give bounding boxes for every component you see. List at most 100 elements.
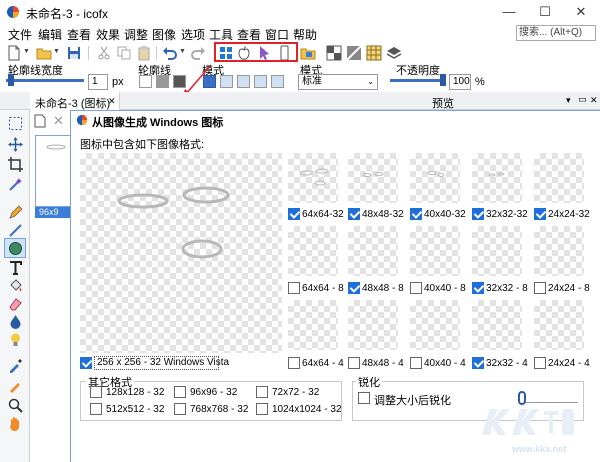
open-folder-icon[interactable] xyxy=(36,45,52,61)
bulb-icon[interactable] xyxy=(8,332,23,347)
mode-button-5[interactable] xyxy=(271,75,284,88)
preview-64x64-8[interactable] xyxy=(288,226,338,276)
copy-icon[interactable] xyxy=(116,45,132,61)
format-checkbox-256[interactable] xyxy=(80,357,92,369)
text-tool-icon[interactable] xyxy=(8,260,23,275)
format-checkbox[interactable] xyxy=(472,357,484,369)
preview-32x32-8[interactable] xyxy=(472,226,522,276)
format-checkbox[interactable] xyxy=(348,282,360,294)
pencil-icon[interactable] xyxy=(8,205,23,220)
slider-thumb[interactable] xyxy=(518,391,526,405)
mode-button-4[interactable] xyxy=(254,75,267,88)
format-checkbox[interactable] xyxy=(410,357,422,369)
save-icon[interactable] xyxy=(66,45,82,61)
chevron-down-icon[interactable]: ▼ xyxy=(23,48,30,55)
pixel-grid-icon[interactable] xyxy=(366,45,382,61)
menu-view-2[interactable]: 查看 xyxy=(237,26,261,43)
preview-40x40-4[interactable] xyxy=(410,300,460,350)
new-image-icon[interactable] xyxy=(33,114,47,128)
slider-thumb[interactable] xyxy=(8,74,14,86)
menu-file[interactable]: 文件 xyxy=(8,26,32,43)
chevron-down-icon[interactable]: ▼ xyxy=(53,48,60,55)
menu-tools[interactable]: 工具 xyxy=(209,26,233,43)
preview-40x40-8[interactable] xyxy=(410,226,460,276)
delete-image-icon[interactable]: ✕ xyxy=(53,113,64,129)
menu-image[interactable]: 图像 xyxy=(152,26,176,43)
chevron-down-icon[interactable]: ▼ xyxy=(179,48,186,55)
preview-24x24-32[interactable] xyxy=(534,153,584,203)
format-checkbox[interactable] xyxy=(288,282,300,294)
move-tool-icon[interactable] xyxy=(8,137,23,152)
menu-view[interactable]: 查看 xyxy=(67,26,91,43)
menu-help[interactable]: 帮助 xyxy=(293,26,317,43)
outline-width-slider[interactable] xyxy=(6,79,84,82)
line-tool-icon[interactable] xyxy=(8,223,23,238)
opacity-input[interactable]: 100 xyxy=(449,74,471,90)
format-checkbox[interactable] xyxy=(256,403,268,415)
format-checkbox[interactable] xyxy=(472,208,484,220)
marquee-select-icon[interactable] xyxy=(8,116,23,131)
ellipse-tool-selected[interactable] xyxy=(4,238,26,258)
preview-24x24-8[interactable] xyxy=(534,226,584,276)
format-checkbox[interactable] xyxy=(174,386,186,398)
format-checkbox[interactable] xyxy=(174,403,186,415)
menu-options[interactable]: 选项 xyxy=(181,26,205,43)
menu-window[interactable]: 窗口 xyxy=(265,26,289,43)
format-checkbox[interactable] xyxy=(410,208,422,220)
search-input[interactable]: 搜索... (Alt+Q) xyxy=(516,25,596,41)
crop-tool-icon[interactable] xyxy=(8,157,23,172)
outline-solid-button[interactable] xyxy=(156,75,169,88)
preview-64x64-4[interactable] xyxy=(288,300,338,350)
blur-drop-icon[interactable] xyxy=(8,314,23,329)
close-button[interactable]: ✕ xyxy=(564,0,598,24)
format-checkbox[interactable] xyxy=(288,208,300,220)
outline-none-button[interactable] xyxy=(139,75,152,88)
preview-48x48-8[interactable] xyxy=(348,226,398,276)
zoom-icon[interactable] xyxy=(8,398,23,413)
new-file-icon[interactable] xyxy=(6,45,22,61)
large-preview-256[interactable] xyxy=(80,153,282,353)
document-tab[interactable]: 未命名-3 (图标) ✕ xyxy=(30,92,120,110)
minimize-button[interactable]: — xyxy=(492,0,526,24)
layers-icon[interactable] xyxy=(386,45,402,61)
paste-icon[interactable] xyxy=(136,45,152,61)
mode-select[interactable]: 标准 ⌄ xyxy=(298,74,378,90)
preview-24x24-4[interactable] xyxy=(534,300,584,350)
menu-edit[interactable]: 编辑 xyxy=(38,26,62,43)
outline-width-input[interactable]: 1 xyxy=(88,74,108,90)
opacity-slider[interactable] xyxy=(390,79,446,82)
close-icon[interactable]: ✕ xyxy=(590,95,598,106)
format-checkbox[interactable] xyxy=(534,282,546,294)
undo-icon[interactable] xyxy=(162,45,178,61)
slider-thumb[interactable] xyxy=(440,74,446,86)
preview-48x48-32[interactable] xyxy=(348,153,398,203)
checkerboard-icon[interactable] xyxy=(326,45,342,61)
preview-40x40-32[interactable] xyxy=(410,153,460,203)
format-checkbox[interactable] xyxy=(90,403,102,415)
format-checkbox[interactable] xyxy=(472,282,484,294)
pin-icon[interactable]: ▭ xyxy=(578,94,587,105)
mode-button-3[interactable] xyxy=(237,75,250,88)
format-checkbox[interactable] xyxy=(534,357,546,369)
format-checkbox[interactable] xyxy=(288,357,300,369)
eyedropper-icon[interactable] xyxy=(8,358,23,373)
preview-64x64-32[interactable] xyxy=(288,153,338,203)
mode-button-2[interactable] xyxy=(220,75,233,88)
grid-toggle-icon[interactable] xyxy=(346,45,362,61)
magic-wand-icon[interactable] xyxy=(8,177,23,192)
fill-bucket-icon[interactable] xyxy=(8,278,23,293)
eraser-icon[interactable] xyxy=(8,296,23,311)
format-checkbox[interactable] xyxy=(534,208,546,220)
brush-icon[interactable] xyxy=(8,378,23,393)
close-icon[interactable]: ✕ xyxy=(108,96,116,107)
format-checkbox[interactable] xyxy=(348,208,360,220)
sharpen-slider[interactable] xyxy=(522,402,578,403)
menu-effects[interactable]: 效果 xyxy=(96,26,120,43)
format-checkbox[interactable] xyxy=(348,357,360,369)
maximize-button[interactable]: ☐ xyxy=(528,0,562,24)
preview-32x32-4[interactable] xyxy=(472,300,522,350)
menu-adjust[interactable]: 调整 xyxy=(124,26,148,43)
cut-icon[interactable] xyxy=(96,45,112,61)
format-checkbox[interactable] xyxy=(410,282,422,294)
hand-pan-icon[interactable] xyxy=(8,416,23,431)
